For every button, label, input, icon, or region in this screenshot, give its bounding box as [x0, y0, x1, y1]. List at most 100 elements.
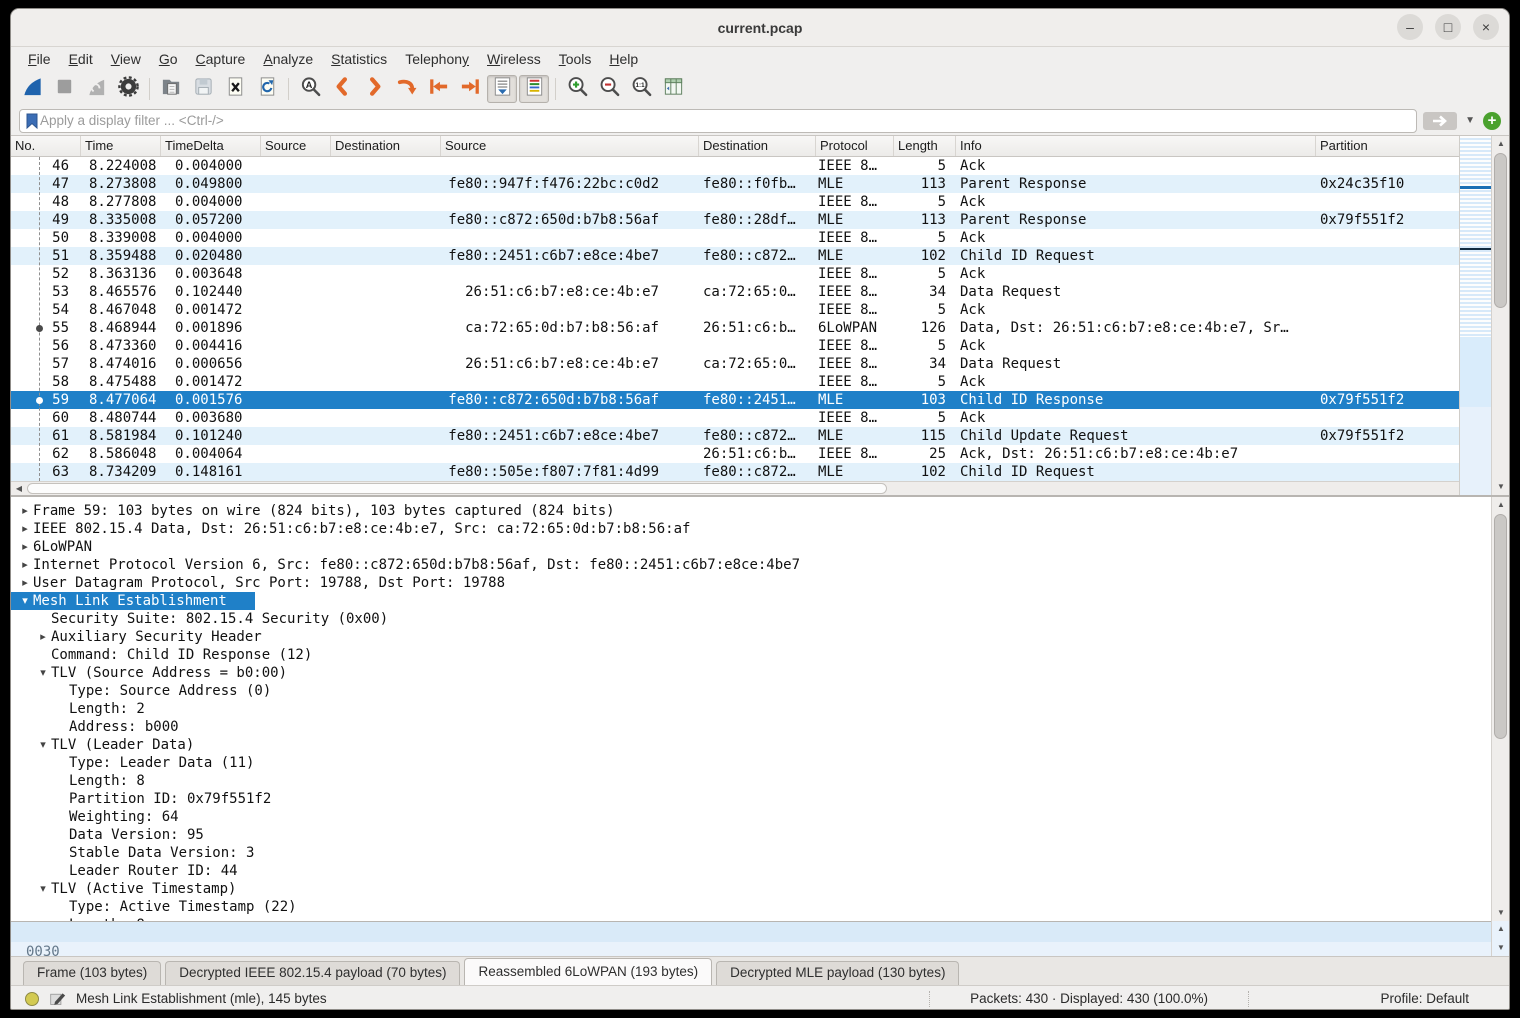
auto-scroll-toggle[interactable]: [487, 75, 517, 103]
packet-row-55[interactable]: 558.4689440.001896ca:72:65:0d:b7:b8:56:a…: [11, 319, 1509, 337]
column-header-no[interactable]: No.: [11, 136, 81, 156]
display-filter-input[interactable]: [40, 113, 1412, 128]
packet-list-vscrollbar[interactable]: ▲ ▼: [1491, 136, 1509, 495]
detail-line[interactable]: Security Suite: 802.15.4 Security (0x00): [11, 610, 1509, 628]
packet-row-62[interactable]: 628.5860480.00406426:51:c6:b…IEEE 8…25Ac…: [11, 445, 1509, 463]
expander-open-icon[interactable]: ▾: [35, 880, 51, 898]
detail-line[interactable]: ▾TLV (Leader Data): [11, 736, 1509, 754]
scroll-down-icon[interactable]: ▼: [1492, 940, 1510, 956]
byte-view-tab[interactable]: Reassembled 6LoWPAN (193 bytes): [464, 958, 712, 985]
expander-closed-icon[interactable]: ▸: [17, 574, 33, 592]
byte-view-tab[interactable]: Decrypted MLE payload (130 bytes): [716, 961, 959, 985]
hex-row[interactable]: 0030 00 15 0d 00 00 00 00 00 00 00 01 75…: [11, 922, 1509, 942]
filter-dropdown-caret[interactable]: ▼: [1465, 115, 1475, 126]
expander-closed-icon[interactable]: ▸: [17, 538, 33, 556]
packet-row-56[interactable]: 568.4733600.004416IEEE 8…5Ack: [11, 337, 1509, 355]
close-button[interactable]: ×: [1473, 14, 1499, 40]
go-last-packet-button[interactable]: [455, 75, 485, 103]
detail-line[interactable]: Type: Leader Data (11): [11, 754, 1509, 772]
detail-line[interactable]: ▸Frame 59: 103 bytes on wire (824 bits),…: [11, 502, 1509, 520]
apply-filter-button[interactable]: [1423, 112, 1457, 130]
detail-line[interactable]: ▾TLV (Source Address = b0:00): [11, 664, 1509, 682]
capture-comment-icon[interactable]: [49, 990, 66, 1007]
packet-row-59[interactable]: 598.4770640.001576fe80::c872:650d:b7b8:5…: [11, 391, 1509, 409]
open-file-button[interactable]: [156, 75, 186, 103]
expander-open-icon[interactable]: ▾: [35, 664, 51, 682]
go-first-packet-button[interactable]: [423, 75, 453, 103]
packet-row-53[interactable]: 538.4655760.10244026:51:c6:b7:e8:ce:4b:e…: [11, 283, 1509, 301]
menu-telephony[interactable]: Telephony: [396, 49, 478, 69]
menu-file[interactable]: File: [19, 49, 60, 69]
detail-line[interactable]: Command: Child ID Response (12): [11, 646, 1509, 664]
detail-line[interactable]: Length: 8: [11, 772, 1509, 790]
expander-open-icon[interactable]: ▾: [17, 592, 33, 610]
reload-file-button[interactable]: [252, 75, 282, 103]
menu-analyze[interactable]: Analyze: [254, 49, 322, 69]
byte-view-tab[interactable]: Decrypted IEEE 802.15.4 payload (70 byte…: [165, 961, 460, 985]
detail-line[interactable]: Partition ID: 0x79f551f2: [11, 790, 1509, 808]
profile-label[interactable]: Profile: Default: [1249, 991, 1509, 1006]
detail-line[interactable]: Stable Data Version: 3: [11, 844, 1509, 862]
menu-tools[interactable]: Tools: [550, 49, 601, 69]
menu-wireless[interactable]: Wireless: [478, 49, 550, 69]
scroll-left-icon[interactable]: ◀: [11, 482, 27, 496]
column-header-length[interactable]: Length: [894, 136, 956, 156]
detail-line[interactable]: Data Version: 95: [11, 826, 1509, 844]
zoom-in-button[interactable]: [562, 75, 592, 103]
packet-row-50[interactable]: 508.3390080.004000IEEE 8…5Ack: [11, 229, 1509, 247]
detail-line[interactable]: ▾TLV (Active Timestamp): [11, 880, 1509, 898]
menu-help[interactable]: Help: [600, 49, 647, 69]
packet-row-48[interactable]: 488.2778080.004000IEEE 8…5Ack: [11, 193, 1509, 211]
zoom-normal-button[interactable]: 1:1: [626, 75, 656, 103]
packet-row-63[interactable]: 638.7342090.148161fe80::505e:f807:7f81:4…: [11, 463, 1509, 481]
expander-closed-icon[interactable]: ▸: [17, 520, 33, 538]
detail-line[interactable]: Leader Router ID: 44: [11, 862, 1509, 880]
column-header-dst2[interactable]: Destination: [699, 136, 816, 156]
detail-line[interactable]: ▸User Datagram Protocol, Src Port: 19788…: [11, 574, 1509, 592]
menu-statistics[interactable]: Statistics: [322, 49, 396, 69]
menu-view[interactable]: View: [102, 49, 150, 69]
expander-open-icon[interactable]: ▾: [35, 736, 51, 754]
packet-row-51[interactable]: 518.3594880.020480fe80::2451:c6b7:e8ce:4…: [11, 247, 1509, 265]
packet-row-47[interactable]: 478.2738080.049800fe80::947f:f476:22bc:c…: [11, 175, 1509, 193]
start-capture-button[interactable]: [17, 75, 47, 103]
detail-line[interactable]: ▸6LoWPAN: [11, 538, 1509, 556]
column-header-time[interactable]: Time: [81, 136, 161, 156]
scroll-up-icon[interactable]: ▲: [1492, 497, 1510, 513]
detail-line[interactable]: Length: 2: [11, 700, 1509, 718]
column-header-protocol[interactable]: Protocol: [816, 136, 894, 156]
zoom-out-button[interactable]: [594, 75, 624, 103]
go-to-packet-button[interactable]: [391, 75, 421, 103]
hex-vscrollbar[interactable]: ▲ ▼: [1491, 921, 1509, 956]
byte-view-tab[interactable]: Frame (103 bytes): [23, 961, 161, 985]
expander-closed-icon[interactable]: ▸: [17, 556, 33, 574]
scroll-down-icon[interactable]: ▼: [1492, 479, 1510, 495]
detail-line[interactable]: ▸Internet Protocol Version 6, Src: fe80:…: [11, 556, 1509, 574]
column-header-delta[interactable]: TimeDelta: [161, 136, 261, 156]
packet-row-52[interactable]: 528.3631360.003648IEEE 8…5Ack: [11, 265, 1509, 283]
colorize-toggle[interactable]: [519, 75, 549, 103]
expander-closed-icon[interactable]: ▸: [35, 628, 51, 646]
column-header-src2[interactable]: Source: [441, 136, 699, 156]
find-packet-button[interactable]: A: [295, 75, 325, 103]
minimize-button[interactable]: –: [1397, 14, 1423, 40]
packet-row-60[interactable]: 608.4807440.003680IEEE 8…5Ack: [11, 409, 1509, 427]
detail-line[interactable]: Weighting: 64: [11, 808, 1509, 826]
expert-info-icon[interactable]: [25, 992, 39, 1006]
packet-list-hscrollbar[interactable]: ◀ ▶: [11, 481, 1493, 495]
close-file-button[interactable]: [220, 75, 250, 103]
go-back-button[interactable]: [327, 75, 357, 103]
vscroll-thumb[interactable]: [1494, 153, 1507, 308]
scroll-up-icon[interactable]: ▲: [1492, 136, 1510, 152]
packet-row-54[interactable]: 548.4670480.001472IEEE 8…5Ack: [11, 301, 1509, 319]
vscroll-thumb[interactable]: [1494, 514, 1507, 739]
detail-line[interactable]: Type: Source Address (0): [11, 682, 1509, 700]
hscroll-thumb[interactable]: [27, 483, 887, 494]
add-filter-button[interactable]: +: [1483, 112, 1501, 130]
maximize-button[interactable]: □: [1435, 14, 1461, 40]
detail-line[interactable]: ▾Mesh Link Establishment: [11, 592, 1509, 610]
packet-row-49[interactable]: 498.3350080.057200fe80::c872:650d:b7b8:5…: [11, 211, 1509, 229]
menu-edit[interactable]: Edit: [60, 49, 102, 69]
column-header-info[interactable]: Info: [956, 136, 1316, 156]
menu-go[interactable]: Go: [150, 49, 187, 69]
